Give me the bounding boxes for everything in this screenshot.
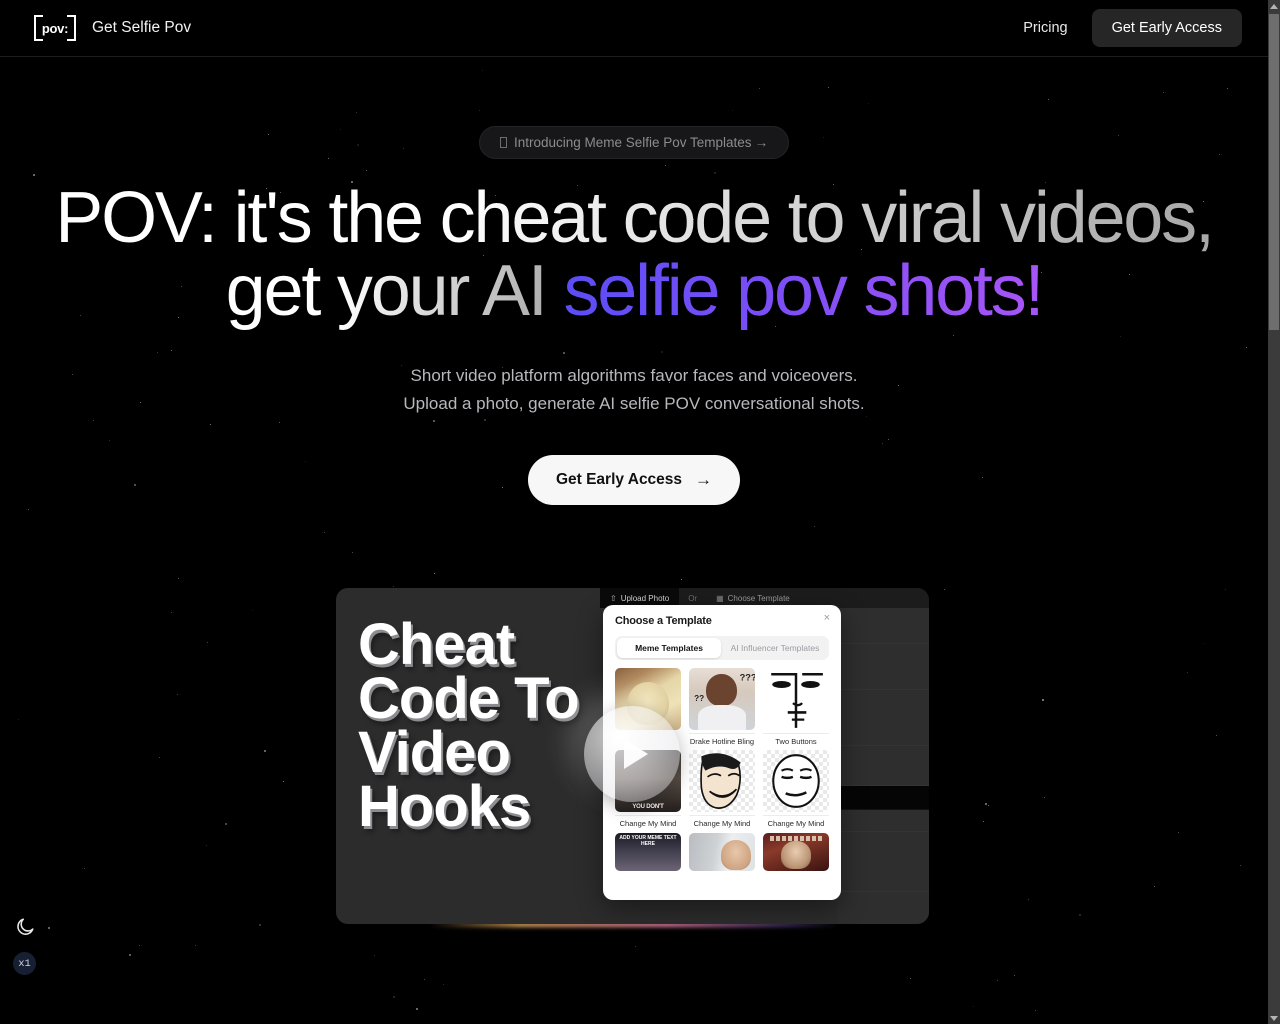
template-label: Change My Mind	[763, 815, 829, 828]
hero-subtitle-line-2: Upload a photo, generate AI selfie POV c…	[403, 393, 865, 413]
template-card[interactable]: Change My Mind	[763, 750, 829, 828]
template-thumbnail	[689, 832, 755, 871]
announcement-pill[interactable]: Introducing Meme Selfie Pov Templates →	[478, 126, 790, 159]
pov-logo-icon: pov:	[34, 15, 76, 41]
hero-section: Introducing Meme Selfie Pov Templates → …	[0, 57, 1268, 505]
announcement-row: Introducing Meme Selfie Pov Templates →	[0, 126, 1268, 159]
svg-text:??: ??	[694, 694, 704, 703]
panel-row-selected	[837, 786, 929, 810]
theme-toggle-button[interactable]	[14, 916, 36, 938]
scrollbar-thumb[interactable]	[1269, 14, 1279, 330]
template-card[interactable]: ??? ?? Drake Hotline Bling	[689, 668, 755, 746]
template-card[interactable]: Two Buttons	[763, 668, 829, 746]
template-thumbnail: ??? ??	[689, 668, 755, 730]
toolbar-upload-label: Upload Photo	[620, 593, 670, 603]
missing-glyph-icon	[499, 137, 507, 148]
hero-subtitle: Short video platform algorithms favor fa…	[0, 362, 1268, 418]
logo-wordmark: pov:	[41, 20, 69, 36]
template-label: Two Buttons	[763, 733, 829, 746]
template-thumbnail	[615, 832, 681, 871]
template-label: Drake Hotline Bling	[689, 733, 755, 746]
template-card[interactable]	[615, 832, 681, 871]
toolbar-template-label: Choose Template	[727, 593, 790, 603]
app-settings-panel	[837, 608, 929, 924]
headline-line-2-accent: selfie pov shots!	[563, 251, 1044, 332]
svg-text:???: ???	[740, 672, 755, 682]
panel-row	[837, 608, 929, 644]
play-icon	[624, 739, 648, 769]
template-label: Change My Mind	[615, 815, 681, 828]
panel-row	[837, 746, 929, 786]
panel-row	[837, 690, 929, 746]
hero-cta-row: Get Early Access →	[0, 454, 1268, 505]
template-thumbnail	[763, 832, 829, 871]
template-card[interactable]	[689, 832, 755, 871]
tab-ai-influencer-templates[interactable]: AI Influencer Templates	[723, 638, 827, 658]
modal-tab-bar: Meme Templates AI Influencer Templates	[615, 636, 829, 660]
play-button[interactable]	[584, 706, 680, 802]
hero-cta-label: Get Early Access	[555, 470, 683, 488]
announcement-text: Introducing Meme Selfie Pov Templates	[513, 135, 752, 150]
playback-speed-badge[interactable]: x1	[13, 952, 36, 975]
grid-icon: ▦	[716, 593, 724, 603]
toolbar-or-label: Or	[688, 593, 698, 603]
close-icon[interactable]: ×	[824, 613, 830, 624]
arrow-right-icon: →	[695, 469, 713, 489]
top-navigation-bar: pov: Get Selfie Pov Pricing Get Early Ac…	[0, 0, 1268, 57]
announcement-arrow-icon: →	[754, 135, 769, 150]
upload-icon: ⇧	[610, 593, 617, 603]
template-card[interactable]: Change My Mind	[689, 750, 755, 828]
page-title: POV: it's the cheat code to viral videos…	[0, 181, 1268, 332]
brand-name: Get Selfie Pov	[92, 19, 192, 36]
panel-row	[837, 644, 929, 690]
scroll-down-arrow-icon[interactable]	[1268, 1012, 1280, 1024]
template-card[interactable]	[763, 832, 829, 871]
scroll-up-arrow-icon[interactable]	[1268, 0, 1280, 12]
demo-video-card[interactable]: Cheat Code To Video Hooks ⇧ Upload Photo…	[336, 588, 929, 924]
modal-title: Choose a Template	[615, 615, 712, 627]
nav-get-early-access-button[interactable]: Get Early Access	[1091, 9, 1242, 47]
template-thumbnail	[689, 750, 755, 813]
nav-brand-group[interactable]: pov: Get Selfie Pov	[34, 15, 191, 41]
page-root: pov: Get Selfie Pov Pricing Get Early Ac…	[0, 0, 1280, 1024]
headline-line-2-plain: get your AI	[225, 251, 564, 332]
hero-get-early-access-button[interactable]: Get Early Access →	[527, 454, 741, 505]
moon-icon	[17, 918, 34, 935]
nav-link-pricing[interactable]: Pricing	[1013, 12, 1077, 44]
nav-actions: Pricing Get Early Access	[1013, 9, 1242, 47]
hero-subtitle-line-1: Short video platform algorithms favor fa…	[410, 365, 858, 385]
template-label: Change My Mind	[689, 815, 755, 828]
template-thumbnail	[763, 668, 829, 730]
panel-row	[837, 832, 929, 892]
tab-meme-templates[interactable]: Meme Templates	[617, 638, 721, 658]
headline-line-1: POV: it's the cheat code to viral videos…	[55, 178, 1215, 258]
panel-row	[837, 810, 929, 832]
vertical-scrollbar[interactable]	[1268, 0, 1280, 1024]
template-thumbnail	[763, 750, 829, 813]
